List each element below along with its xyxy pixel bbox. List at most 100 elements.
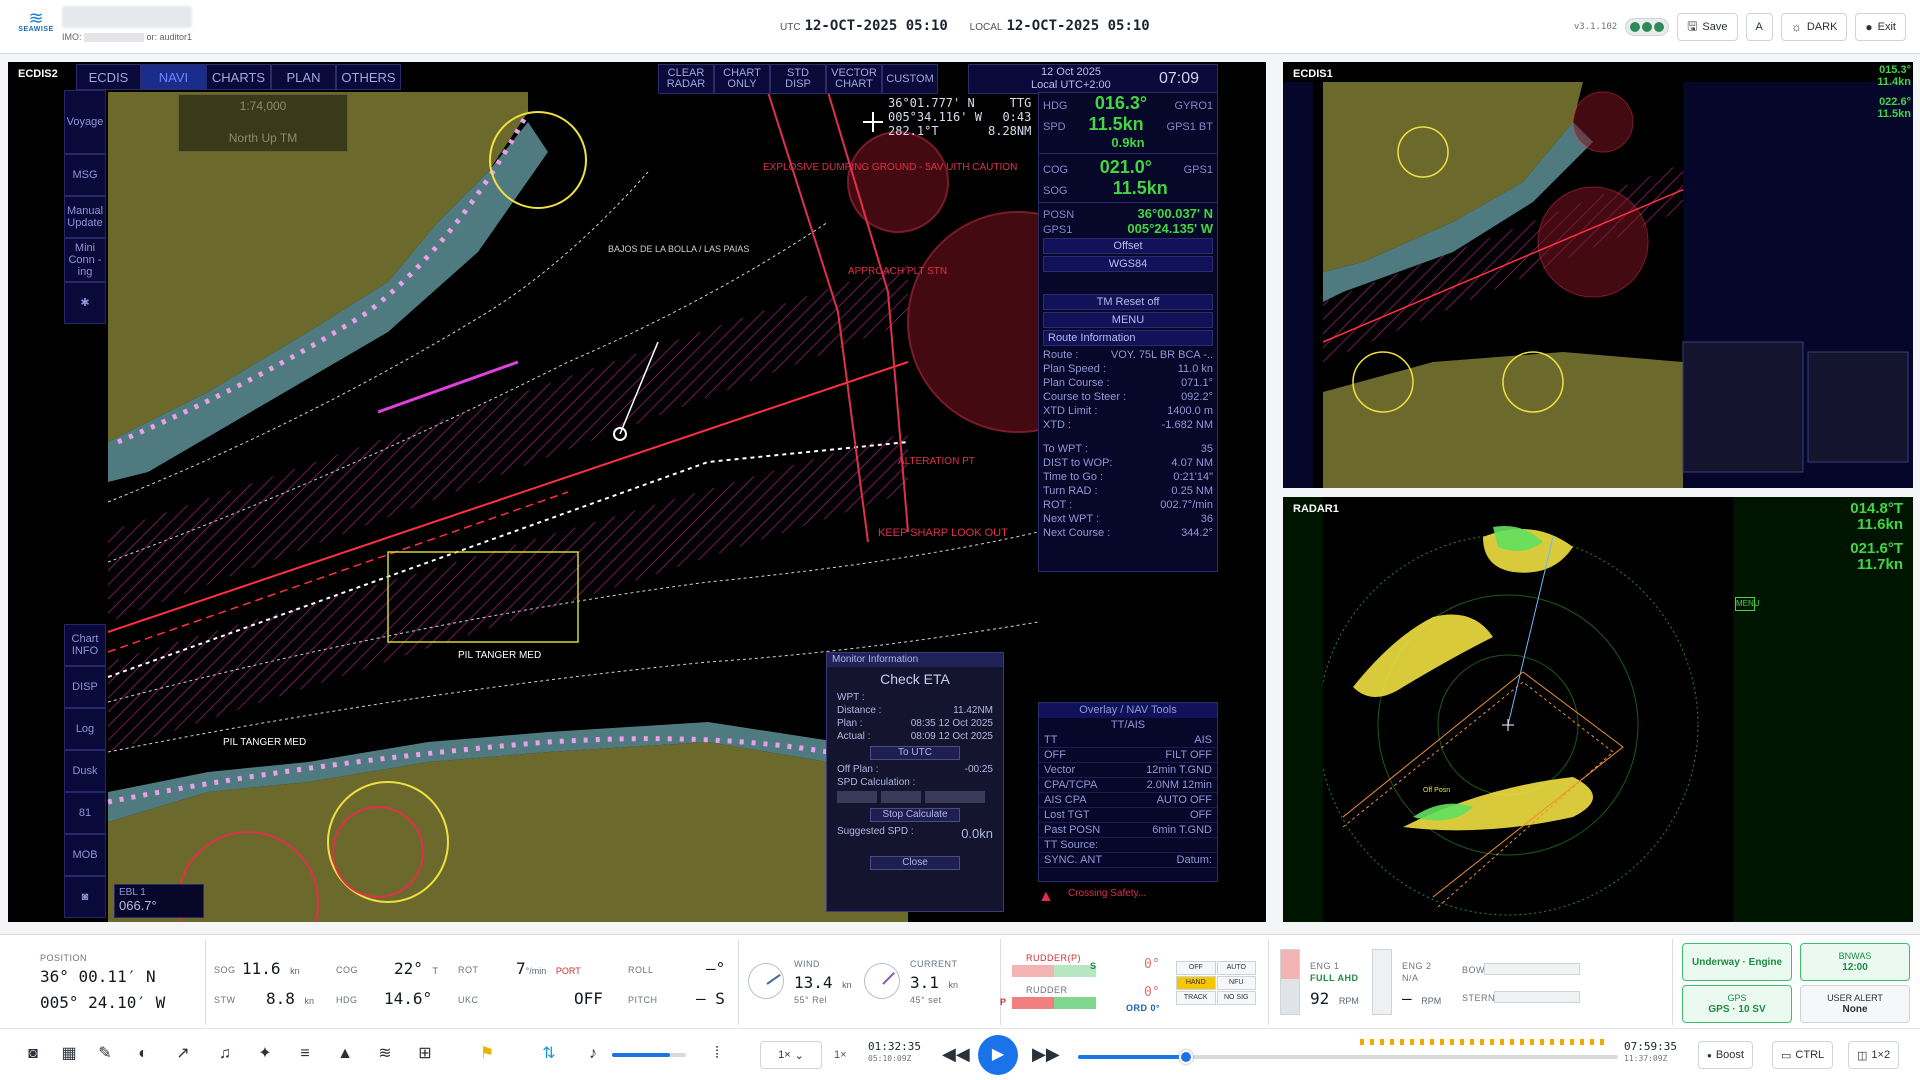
ecdis1-panel[interactable]: ECDIS1 015.3° 11.4kn 022.6° 11.5kn [1283,62,1913,488]
bell-icon[interactable]: ♫ [214,1043,236,1065]
dusk-button[interactable]: Dusk [64,750,106,792]
equalizer-icon[interactable]: ⦙ [706,1043,728,1065]
timeline-scrubber[interactable] [1078,1050,1618,1064]
ecdis2-label: ECDIS2 [18,68,58,80]
monitor-row: Actual : 08:09 12 Oct 2025 [827,730,1003,743]
chart-info-button[interactable]: Chart INFO [64,624,106,666]
autopilot-mode-button[interactable]: AUTO [1216,961,1256,975]
tab-charts[interactable]: CHARTS [206,64,271,90]
datum-field[interactable]: WGS84 [1043,256,1213,272]
std-disp-button[interactable]: STD DISP [770,64,826,94]
playback-speed-select[interactable]: 1× ⌄ [760,1041,822,1069]
tab-plan[interactable]: PLAN [271,64,336,90]
settings-button[interactable]: ✱ [64,282,106,324]
autopilot-mode-button[interactable]: HAND [1176,976,1216,990]
volume-icon[interactable]: ♪ [582,1043,604,1065]
alert-crossing-safety[interactable]: Crossing Safety... [1068,888,1146,899]
clear-radar-button[interactable]: CLEAR RADAR [658,64,714,94]
orientation-select[interactable]: North Up TM [179,131,347,145]
panels-icon[interactable]: ⊞ [414,1043,436,1065]
voyage-button[interactable]: Voyage [64,90,106,154]
stop-calculate-button[interactable]: Stop Calculate [870,808,960,822]
menu-button[interactable]: MENU [1043,312,1213,328]
rewind-icon[interactable]: ◀◀ [942,1043,970,1065]
chart-only-button[interactable]: CHART ONLY [714,64,770,94]
autopilot-mode-button[interactable]: TRACK [1176,991,1216,1005]
camera-icon[interactable]: ◙ [22,1043,44,1065]
ctrl-button[interactable]: ▭ CTRL [1772,1041,1834,1069]
tab-navi[interactable]: NAVI [141,64,206,90]
radar-menu-button[interactable]: MENU [1735,597,1760,611]
waves-icon[interactable]: ≋ [374,1043,396,1065]
volume-slider[interactable] [612,1053,686,1057]
camera-button[interactable]: ◙ [64,876,106,918]
vector-chart-button[interactable]: VECTOR CHART [826,64,882,94]
ebl-readout[interactable]: EBL 1 066.7° [114,884,204,918]
scale-value: 1:74,000 [239,99,287,113]
to-utc-button[interactable]: To UTC [870,746,960,760]
exit-button[interactable]: ● Exit [1855,13,1906,41]
version-label: v3.1.102 [1573,22,1618,32]
ecdis2-sidebar: Voyage MSG Manual Update Mini Conn -ing … [64,90,106,922]
log-button[interactable]: Log [64,708,106,750]
sync-icon[interactable]: ⇅ [538,1043,560,1065]
ecdis2-panel[interactable]: EXPLOSIVE DUMPING GROUND - 5AV UITH CAUT… [8,62,1266,922]
bnwas-badge[interactable]: BNWAS 12:00 [1800,943,1910,981]
ecdis2-time: 07:09 [1159,70,1200,87]
overlay-row[interactable]: Vector 12min T.GND [1039,763,1217,778]
pen-icon[interactable]: ✎ [94,1043,116,1065]
route-info-header[interactable]: Route Information [1043,330,1213,346]
globe-icon[interactable]: ◐ [132,1043,154,1065]
user-alert-badge[interactable]: USER ALERT None [1800,985,1910,1023]
overlay-row[interactable]: OFF FILT OFF [1039,748,1217,763]
route-info-key: XTD Limit : [1043,405,1098,417]
theme-toggle-button[interactable]: ☼ DARK [1780,13,1848,41]
layers-icon[interactable]: ≡ [294,1043,316,1065]
timeline-fill [1078,1055,1186,1059]
grid-icon[interactable]: ▦ [58,1043,80,1065]
tab-others[interactable]: OTHERS [336,64,401,90]
autopilot-mode-button[interactable]: NO SIG [1216,991,1256,1005]
radar1-panel[interactable]: Off Posn RADAR1 014.8°T 11.6kn 021.6°T 1… [1283,497,1913,922]
route-info-row: Turn RAD : 0.25 NM [1039,484,1217,498]
trend-icon[interactable]: ↗ [172,1043,194,1065]
boost-button[interactable]: ● Boost [1698,1041,1753,1069]
brightness-button[interactable]: 81 [64,792,106,834]
overlay-row[interactable]: Lost TGT OFF [1039,808,1217,823]
monitor-row: WPT : [827,691,1003,704]
save-icon: 🖫 [1687,18,1698,33]
timeline-knob[interactable] [1179,1050,1193,1064]
ecdis2-tabs: ECDIS NAVI CHARTS PLAN OTHERS [76,64,401,90]
gps-badge[interactable]: GPS GPS · 10 SV [1682,985,1792,1023]
pin-icon[interactable]: ✦ [254,1043,276,1065]
route-info-value: 36 [1200,513,1213,525]
disp-button[interactable]: DISP [64,666,106,708]
close-button[interactable]: Close [870,856,960,870]
mob-button[interactable]: MOB [64,834,106,876]
play-button[interactable]: ▶ [978,1035,1018,1075]
overlay-row[interactable]: TT AIS [1039,733,1217,748]
autopilot-mode-button[interactable]: OFF [1176,961,1216,975]
chart-label-pilot-1: PIL TANGER MED [458,650,541,661]
overlay-row[interactable]: Past POSN 6min T.GND [1039,823,1217,838]
route-info-key: Next WPT : [1043,513,1100,525]
custom-button[interactable]: CUSTOM [882,64,938,94]
tab-ecdis[interactable]: ECDIS [76,64,141,90]
msg-button[interactable]: MSG [64,154,106,196]
mini-conning-button[interactable]: Mini Conn -ing [64,238,106,282]
layout-button[interactable]: ◫ 1×2 [1848,1041,1900,1069]
overlay-row[interactable]: AIS CPA AUTO OFF [1039,793,1217,808]
flag-icon[interactable]: ⚑ [476,1043,498,1065]
tm-reset-button[interactable]: TM Reset off [1043,294,1213,310]
overlay-row[interactable]: CPA/TCPA 2.0NM 12min [1039,778,1217,793]
font-size-button[interactable]: A [1745,13,1773,41]
manual-update-button[interactable]: Manual Update [64,196,106,238]
offset-button[interactable]: Offset [1043,238,1213,254]
wind-dir: 55° Rel [794,995,828,1005]
ecdis1-chart[interactable] [1283,62,1913,488]
save-button[interactable]: 🖫 Save [1677,13,1738,41]
north-arrow-icon[interactable]: ▲ [334,1043,356,1065]
tt-ais-tab[interactable]: TT/AIS [1039,718,1217,733]
autopilot-mode-button[interactable]: NFU [1216,976,1256,990]
fast-forward-icon[interactable]: ▶▶ [1032,1043,1060,1065]
